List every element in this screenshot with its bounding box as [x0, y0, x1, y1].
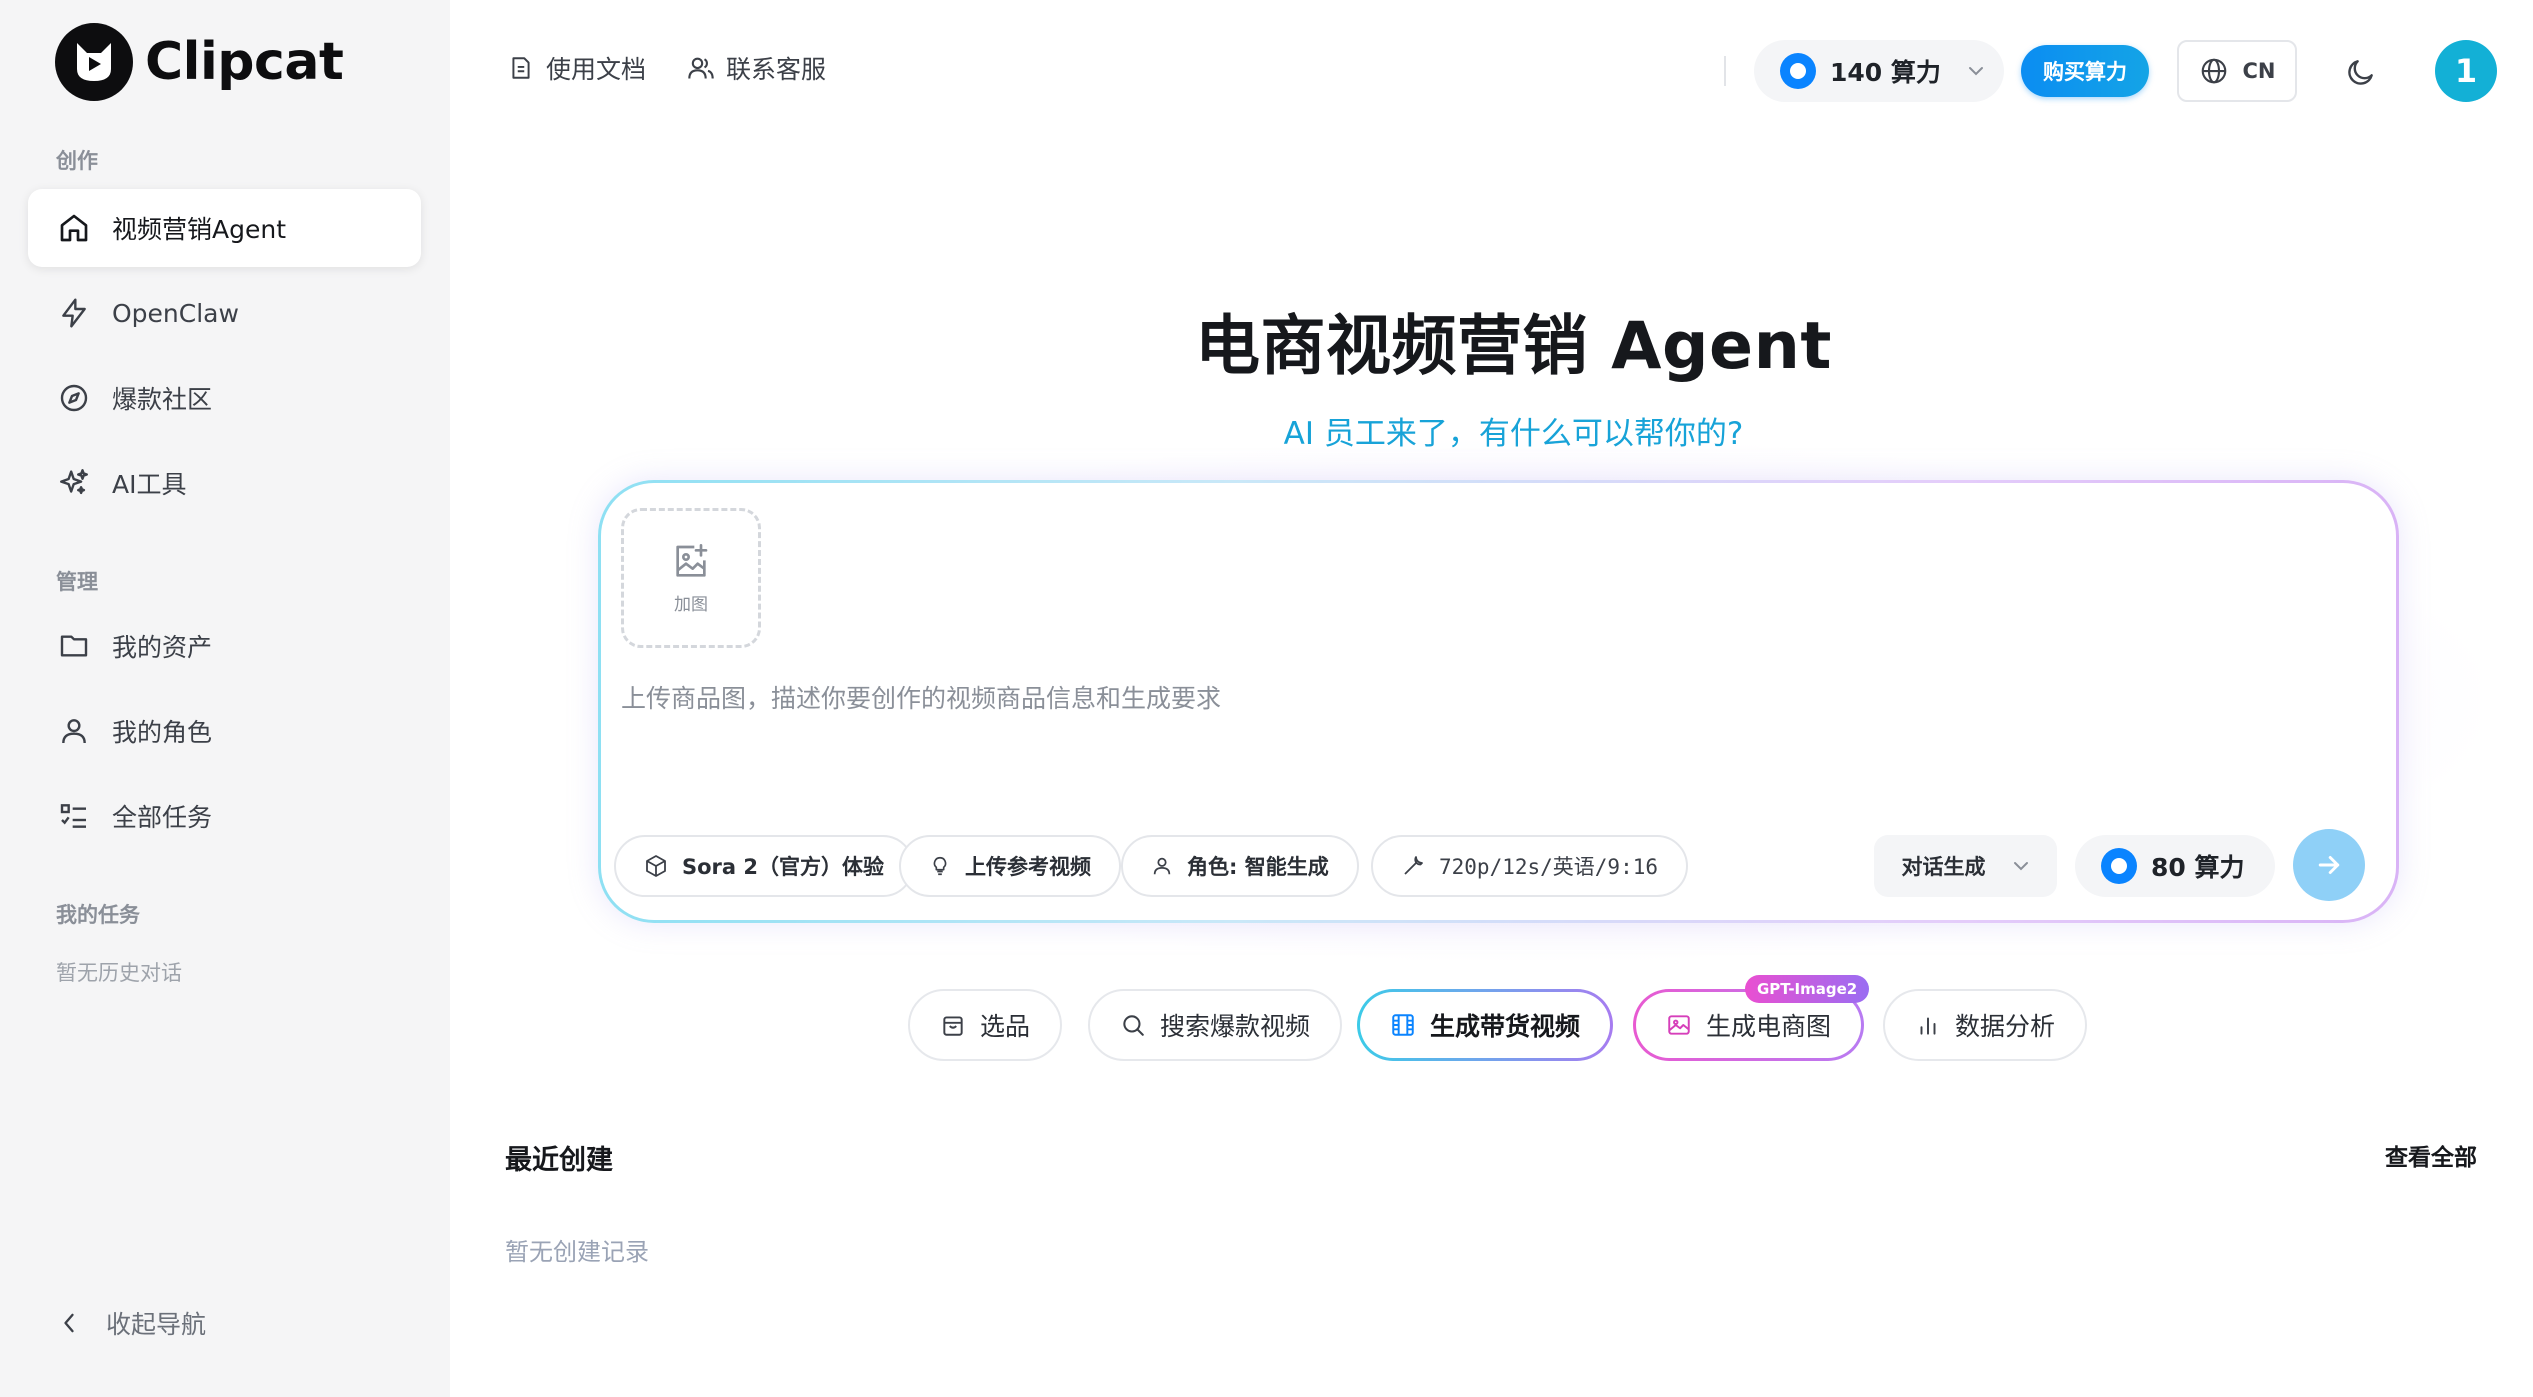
compass-icon: [56, 380, 92, 416]
user-icon: [1151, 854, 1173, 878]
mode-label: 对话生成: [1901, 855, 1986, 879]
docs-link[interactable]: 使用文档: [506, 50, 646, 86]
folder-icon: [56, 628, 92, 664]
page-subtitle: AI 员工来了，有什么可以帮你的?: [1283, 416, 1744, 452]
docs-label: 使用文档: [546, 55, 647, 84]
collapse-nav-label: 收起导航: [106, 1310, 207, 1339]
brand-name: Clipcat: [145, 32, 344, 92]
shopping-bag-icon: [940, 1012, 966, 1038]
lightning-icon: [56, 295, 92, 331]
quick-action-analytics[interactable]: 数据分析: [1883, 989, 2088, 1061]
quick-action-label: 生成带货视频: [1430, 1012, 1581, 1041]
no-history-hint: 暂无历史对话: [56, 961, 182, 985]
language-button[interactable]: CN: [2177, 40, 2297, 102]
wrench-icon: [1401, 854, 1425, 878]
cube-icon: [644, 854, 668, 878]
sidebar-item-label: 视频营销Agent: [112, 215, 286, 244]
users-icon: [686, 53, 716, 83]
recent-empty-hint: 暂无创建记录: [505, 1238, 649, 1266]
model-selector-chip[interactable]: Sora 2（官方）体验: [614, 835, 915, 897]
add-image-label: 加图: [674, 594, 708, 615]
section-label-manage: 管理: [56, 570, 98, 594]
params-label: 720p/12s/英语/9:16: [1439, 855, 1659, 879]
section-label-create: 创作: [56, 149, 98, 173]
view-all-link[interactable]: 查看全部: [2385, 1138, 2477, 1172]
section-label-tasks: 我的任务: [56, 903, 140, 927]
sidebar-item-label: 我的资产: [112, 633, 213, 662]
role-label: 角色: 智能生成: [1187, 855, 1329, 879]
document-icon: [506, 53, 536, 83]
bar-chart-icon: [1915, 1012, 1941, 1038]
model-label: Sora 2（官方）体验: [682, 855, 885, 879]
image-icon: [1666, 1012, 1692, 1038]
globe-icon: [2199, 56, 2229, 86]
quick-action-select-product[interactable]: 选品: [908, 989, 1063, 1061]
video-params-chip[interactable]: 720p/12s/英语/9:16: [1371, 835, 1689, 897]
sidebar-item-all-tasks[interactable]: 全部任务: [28, 777, 421, 855]
sidebar-item-label: AI工具: [112, 470, 187, 499]
search-icon: [1120, 1012, 1146, 1038]
sidebar-item-characters[interactable]: 我的角色: [28, 692, 421, 770]
theme-toggle-button[interactable]: [2344, 55, 2378, 89]
image-plus-icon: [671, 542, 711, 582]
cost-indicator: 80 算力: [2075, 835, 2275, 897]
sparkles-icon: [56, 465, 92, 501]
prompt-input[interactable]: [621, 676, 2361, 720]
send-button[interactable]: [2293, 829, 2365, 901]
quick-action-label: 选品: [980, 1012, 1031, 1041]
moon-icon: [2345, 56, 2377, 88]
lightbulb-icon: [929, 854, 951, 878]
role-selector-chip[interactable]: 角色: 智能生成: [1121, 835, 1359, 897]
chevron-left-icon: [56, 1305, 82, 1341]
credits-dropdown[interactable]: 140 算力: [1754, 40, 2004, 102]
generation-mode-select[interactable]: 对话生成: [1874, 835, 2057, 897]
quick-action-label: 搜索爆款视频: [1160, 1012, 1311, 1041]
credit-coin-icon: [1780, 53, 1816, 89]
buy-credits-button[interactable]: 购买算力: [2021, 45, 2149, 97]
credits-value: 140 算力: [1830, 58, 1941, 87]
page-title: 电商视频营销 Agent: [1195, 309, 1832, 384]
add-image-button[interactable]: 加图: [621, 508, 761, 648]
sidebar-item-label: 爆款社区: [112, 385, 213, 414]
quick-action-label: 数据分析: [1955, 1012, 2056, 1041]
film-icon: [1390, 1012, 1416, 1038]
user-icon: [56, 713, 92, 749]
quick-action-generate-video[interactable]: 生成带货视频: [1357, 989, 1613, 1061]
sidebar-item-label: OpenClaw: [112, 298, 239, 328]
sidebar-item-ai-tools[interactable]: AI工具: [28, 444, 421, 522]
cost-value: 80 算力: [2151, 853, 2245, 882]
quick-action-search-videos[interactable]: 搜索爆款视频: [1088, 989, 1343, 1061]
arrow-right-icon: [2314, 850, 2344, 880]
upload-reference-chip[interactable]: 上传参考视频: [899, 835, 1121, 897]
topbar-divider: [1724, 56, 1726, 86]
sidebar-item-label: 全部任务: [112, 803, 213, 832]
sidebar-item-openclaw[interactable]: OpenClaw: [28, 274, 421, 352]
sidebar-item-label: 我的角色: [112, 718, 213, 747]
sidebar-item-video-agent[interactable]: 视频营销Agent: [28, 189, 421, 267]
quick-action-label: 生成电商图: [1706, 1012, 1832, 1041]
gpt-image-badge: GPT-Image2: [1745, 975, 1870, 1003]
clipcat-logo-icon: [55, 23, 133, 101]
home-icon: [56, 210, 92, 246]
task-list-icon: [56, 798, 92, 834]
sidebar: Clipcat 创作 视频营销Agent OpenClaw 爆款社区 AI工具 …: [0, 0, 450, 1397]
reference-label: 上传参考视频: [965, 855, 1091, 879]
support-link[interactable]: 联系客服: [686, 50, 826, 86]
chevron-down-icon: [1967, 65, 1985, 77]
recent-title: 最近创建: [505, 1145, 613, 1176]
sidebar-item-community[interactable]: 爆款社区: [28, 359, 421, 437]
composer-frame: 加图 Sora 2（官方）体验 上传参考视频: [598, 480, 2399, 923]
support-label: 联系客服: [726, 55, 827, 84]
language-label: CN: [2242, 59, 2276, 83]
credit-coin-icon: [2101, 848, 2137, 884]
composer: 加图 Sora 2（官方）体验 上传参考视频: [601, 483, 2396, 920]
collapse-nav-button[interactable]: 收起导航: [56, 1305, 206, 1341]
chevron-down-icon: [2012, 860, 2030, 872]
main-content: 使用文档 联系客服 140 算力 购买算力 CN 1 电商视频营销 Agent …: [450, 0, 2533, 1397]
sidebar-item-assets[interactable]: 我的资产: [28, 607, 421, 685]
user-avatar[interactable]: 1: [2435, 40, 2497, 102]
brand-logo[interactable]: Clipcat: [28, 23, 421, 101]
